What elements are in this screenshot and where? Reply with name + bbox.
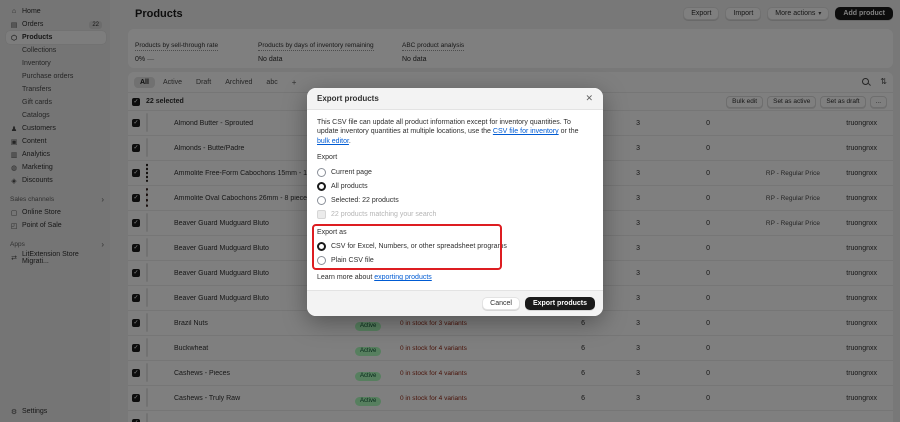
option-label: Current page: [331, 168, 372, 176]
radio-icon[interactable]: [317, 256, 326, 266]
option-label: Selected: 22 products: [331, 196, 399, 204]
export-as-section: Export as CSV for Excel, Numbers, or oth…: [312, 223, 593, 271]
export-options-group: Current page All products Selected: 22 pro…: [317, 167, 593, 219]
exporting-products-link[interactable]: exporting products: [374, 274, 432, 281]
intro-text-3: .: [348, 137, 351, 145]
export-option-4[interactable]: 22 products matching your search: [317, 209, 593, 219]
cancel-button[interactable]: Cancel: [482, 296, 520, 310]
export-as-option-1[interactable]: CSV for Excel, Numbers, or other spreads…: [317, 242, 593, 252]
modal-body: This CSV file can update all product inf…: [307, 110, 603, 290]
bulk-editor-link[interactable]: bulk editor: [317, 138, 349, 145]
modal-title: Export products: [317, 94, 379, 103]
close-icon[interactable]: ✕: [585, 94, 593, 103]
csv-file-for-inventory-link[interactable]: CSV file for inventory: [493, 128, 559, 135]
intro-text-2: or the: [558, 128, 579, 136]
export-option-3[interactable]: Selected: 22 products: [317, 195, 593, 205]
modal-footer: Cancel Export products: [307, 289, 603, 316]
export-option-1[interactable]: Current page: [317, 167, 593, 177]
export-products-modal: Export products ✕ This CSV file can upda…: [307, 88, 603, 316]
learn-more-prefix: Learn more about: [317, 274, 375, 282]
export-group-label: Export: [317, 154, 338, 162]
export-option-2[interactable]: All products: [317, 181, 593, 191]
export-products-submit-button[interactable]: Export products: [524, 296, 595, 310]
option-label: CSV for Excel, Numbers, or other spreads…: [331, 242, 507, 250]
option-label: Plain CSV file: [331, 256, 374, 264]
radio-icon[interactable]: [317, 167, 326, 177]
modal-intro-text: This CSV file can update all product inf…: [317, 118, 593, 146]
modal-header: Export products ✕: [307, 88, 603, 110]
export-as-options-group: CSV for Excel, Numbers, or other spreads…: [317, 242, 593, 266]
option-label: All products: [331, 182, 368, 190]
learn-more-text: Learn more about exporting products: [317, 273, 593, 282]
option-label: 22 products matching your search: [331, 210, 437, 218]
export-as-option-2[interactable]: Plain CSV file: [317, 256, 593, 266]
radio-checked-icon[interactable]: [317, 242, 326, 252]
radio-icon[interactable]: [317, 209, 326, 219]
radio-checked-icon[interactable]: [317, 181, 326, 191]
shopify-admin: ⌂Home▤Orders22⬡ProductsCollectionsInvent…: [0, 0, 900, 422]
radio-icon[interactable]: [317, 195, 326, 205]
export-as-group-label: Export as: [317, 228, 347, 236]
